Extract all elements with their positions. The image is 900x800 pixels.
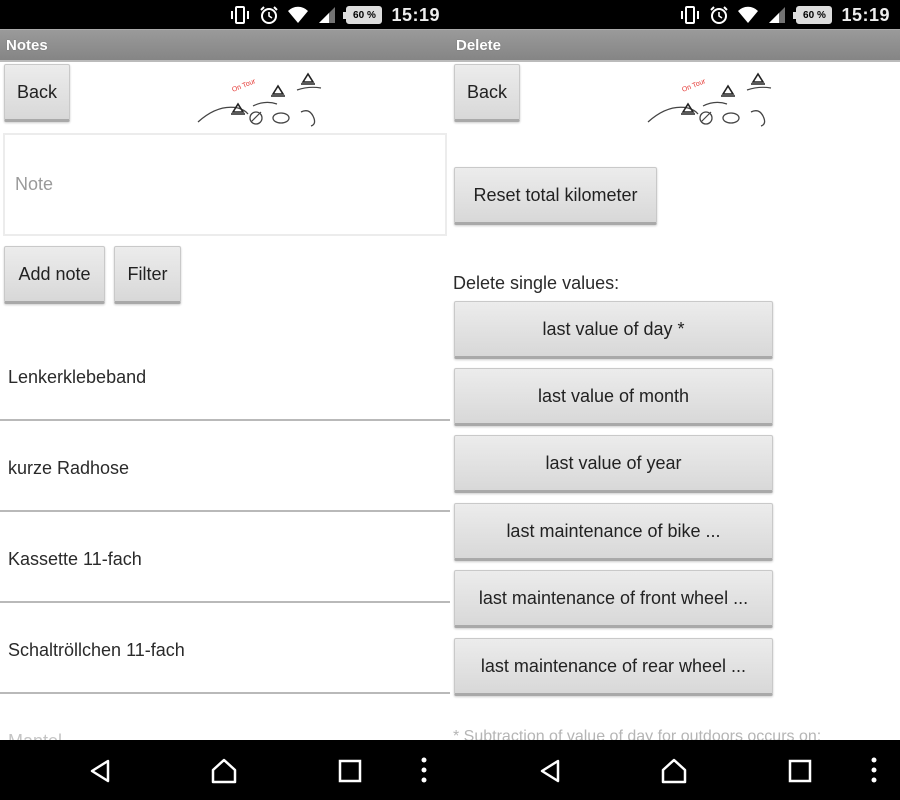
bike-logo: On Tour bbox=[197, 72, 322, 127]
overflow-menu-icon[interactable] bbox=[860, 756, 888, 786]
list-item[interactable]: Schaltröllchen 11-fach bbox=[0, 603, 450, 694]
delete-last-value-of-year-button[interactable]: last value of year bbox=[454, 435, 773, 493]
bike-logo: On Tour bbox=[647, 72, 772, 127]
list-item[interactable]: Kassette 11-fach bbox=[0, 512, 450, 603]
delete-last-maintenance-rear-wheel-button[interactable]: last maintenance of rear wheel ... bbox=[454, 638, 773, 696]
vibrate-icon bbox=[231, 6, 250, 24]
delete-screen: 60 % 15:19 Delete Back On Tour Reset tot… bbox=[450, 0, 900, 800]
delete-last-maintenance-front-wheel-button[interactable]: last maintenance of front wheel ... bbox=[454, 570, 773, 628]
filter-button[interactable]: Filter bbox=[114, 246, 181, 304]
alarm-icon bbox=[260, 6, 279, 24]
wifi-icon bbox=[288, 6, 309, 24]
status-bar: 60 % 15:19 bbox=[0, 0, 450, 29]
page-title: Delete bbox=[450, 29, 900, 62]
note-input[interactable] bbox=[3, 133, 447, 236]
vibrate-icon bbox=[681, 6, 700, 24]
wifi-icon bbox=[738, 6, 759, 24]
list-item[interactable]: kurze Radhose bbox=[0, 421, 450, 512]
battery-icon: 60 % bbox=[793, 6, 833, 24]
back-icon[interactable] bbox=[536, 756, 564, 786]
delete-last-value-of-month-button[interactable]: last value of month bbox=[454, 368, 773, 426]
alarm-icon bbox=[710, 6, 729, 24]
signal-icon bbox=[319, 7, 336, 23]
svg-text:On Tour: On Tour bbox=[231, 78, 257, 94]
delete-last-value-of-day-button[interactable]: last value of day * bbox=[454, 301, 773, 359]
add-note-button[interactable]: Add note bbox=[4, 246, 105, 304]
svg-text:On Tour: On Tour bbox=[681, 78, 707, 94]
clock: 15:19 bbox=[841, 4, 890, 25]
battery-icon: 60 % bbox=[343, 6, 383, 24]
delete-section-label: Delete single values: bbox=[453, 273, 620, 293]
notes-screen: 60 % 15:19 Notes Back On Tour Add note F… bbox=[0, 0, 450, 800]
back-button[interactable]: Back bbox=[4, 64, 70, 122]
back-button[interactable]: Back bbox=[454, 64, 520, 122]
home-icon[interactable] bbox=[210, 756, 238, 786]
back-icon[interactable] bbox=[86, 756, 114, 786]
home-icon[interactable] bbox=[660, 756, 688, 786]
navigation-bar bbox=[0, 740, 450, 800]
delete-last-maintenance-bike-button[interactable]: last maintenance of bike ... bbox=[454, 503, 773, 561]
navigation-bar bbox=[450, 740, 900, 800]
overflow-menu-icon[interactable] bbox=[410, 756, 438, 786]
reset-total-kilometer-button[interactable]: Reset total kilometer bbox=[454, 167, 657, 225]
status-bar: 60 % 15:19 bbox=[450, 0, 900, 29]
recents-icon[interactable] bbox=[786, 756, 814, 786]
clock: 15:19 bbox=[391, 4, 440, 25]
page-title: Notes bbox=[0, 29, 450, 62]
list-item[interactable]: Lenkerklebeband bbox=[0, 330, 450, 421]
signal-icon bbox=[769, 7, 786, 23]
notes-list: Lenkerklebeband kurze Radhose Kassette 1… bbox=[0, 330, 450, 785]
recents-icon[interactable] bbox=[336, 756, 364, 786]
